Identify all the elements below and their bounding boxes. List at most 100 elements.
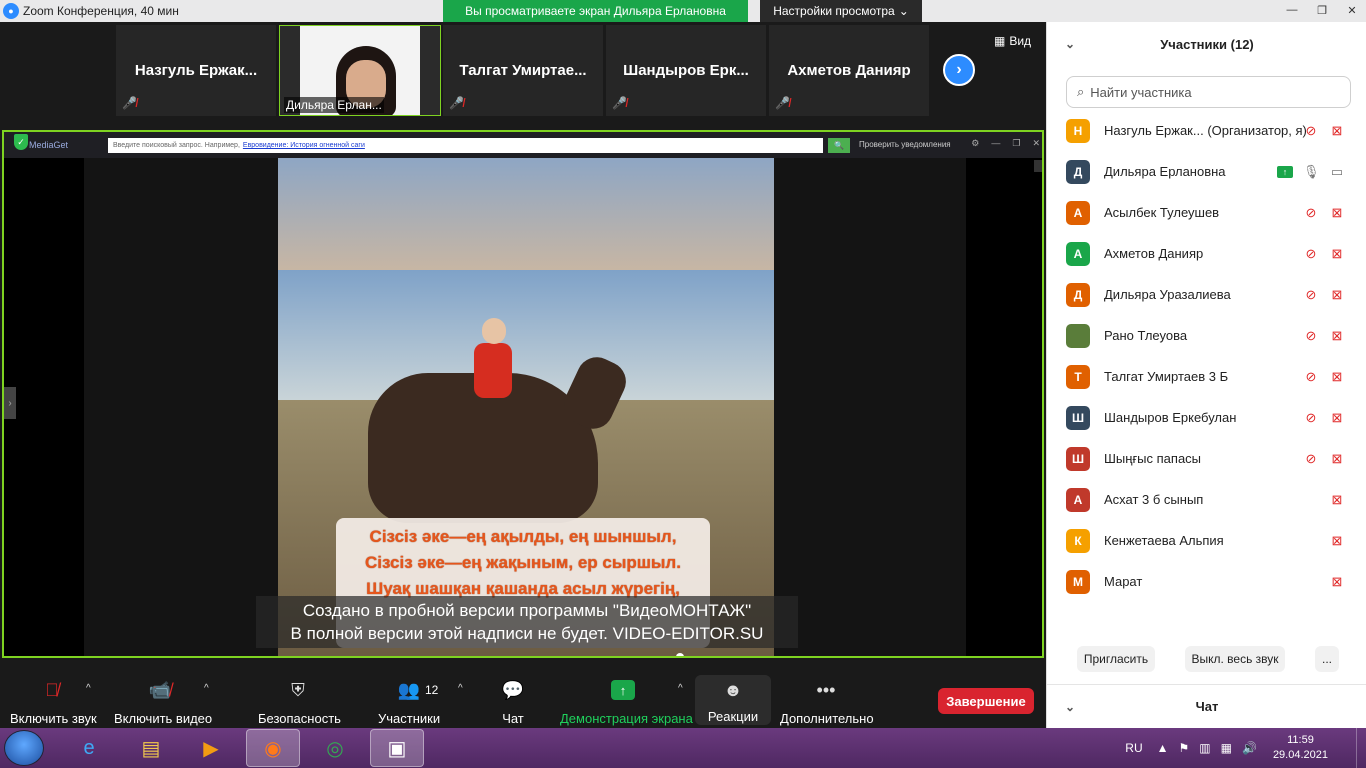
- close-icon[interactable]: ✕: [1338, 0, 1366, 20]
- camera-icon[interactable]: ▭: [1329, 164, 1345, 180]
- participant-row[interactable]: Д Дильяра Ерлановна ↑ 🎙 ▭: [1047, 151, 1366, 192]
- chat-header[interactable]: ⌄ Чат: [1047, 684, 1366, 728]
- mic-icon[interactable]: 🎙: [1303, 164, 1320, 180]
- camera-off-icon[interactable]: ⊠: [1329, 574, 1345, 590]
- chat-button[interactable]: 💬 Чат: [496, 677, 530, 727]
- video-tile-active-speaker[interactable]: Дильяра Ерлан...: [279, 25, 441, 116]
- maximize-icon[interactable]: ❐: [1012, 138, 1020, 149]
- gear-icon[interactable]: ⚙: [971, 138, 979, 149]
- video-tile[interactable]: Талгат Умиртае... 🎤̸: [443, 25, 603, 116]
- camera-off-icon[interactable]: ⊠: [1329, 451, 1345, 467]
- internet-explorer-icon[interactable]: e: [62, 729, 116, 767]
- file-explorer-icon[interactable]: ▤: [124, 729, 178, 767]
- mic-muted-icon: 🎤̸: [449, 96, 464, 110]
- participant-row[interactable]: А Ахметов Данияр ⊘ ⊠: [1047, 233, 1366, 274]
- camera-off-icon[interactable]: ⊠: [1329, 246, 1345, 262]
- minimize-icon[interactable]: —: [991, 138, 1000, 149]
- reactions-button[interactable]: ☻ Реакции: [695, 675, 771, 725]
- device-icon[interactable]: ▥: [1199, 741, 1210, 755]
- reactions-label: Реакции: [707, 709, 759, 724]
- participant-row[interactable]: Д Дильяра Уразалиева ⊘ ⊠: [1047, 274, 1366, 315]
- next-page-button[interactable]: ›: [943, 54, 975, 86]
- participant-row[interactable]: К Кенжетаева Альпия ⊠: [1047, 520, 1366, 561]
- mic-muted-icon[interactable]: ⊘: [1303, 369, 1319, 385]
- view-settings-dropdown[interactable]: Настройки просмотра ⌄: [760, 0, 922, 22]
- clock[interactable]: 11:59 29.04.2021: [1273, 733, 1328, 763]
- video-tile[interactable]: Ахметов Данияр 🎤̸: [769, 25, 929, 116]
- camera-off-icon[interactable]: ⊠: [1329, 205, 1345, 221]
- end-meeting-button[interactable]: Завершение: [938, 688, 1034, 714]
- participant-row[interactable]: М Марат ⊠: [1047, 561, 1366, 602]
- participants-options-caret[interactable]: ^: [458, 683, 463, 694]
- camera-off-icon[interactable]: ⊠: [1329, 533, 1345, 549]
- chevron-down-icon[interactable]: ⌄: [1065, 37, 1075, 51]
- video-options-caret[interactable]: ^: [204, 683, 209, 694]
- camera-off-icon[interactable]: ⊠: [1329, 123, 1345, 139]
- participant-row[interactable]: Ш Шыңғыс папасы ⊘ ⊠: [1047, 438, 1366, 479]
- mic-muted-icon[interactable]: ⊘: [1303, 328, 1319, 344]
- audio-options-caret[interactable]: ^: [86, 683, 91, 694]
- mic-muted-icon[interactable]: ⊘: [1303, 246, 1319, 262]
- zoom-app-icon: ●: [3, 3, 19, 19]
- chevron-down-icon[interactable]: ⌄: [1065, 700, 1075, 714]
- mediaget-search-input[interactable]: Введите поисковый запрос. Например, Евро…: [108, 138, 823, 153]
- share-screen-button[interactable]: ↑ Демонстрация экрана: [560, 677, 693, 726]
- scrollbar[interactable]: [1034, 160, 1042, 172]
- security-button[interactable]: ⛨ Безопасность: [258, 677, 341, 727]
- camera-off-icon[interactable]: ⊠: [1329, 287, 1345, 303]
- flag-icon[interactable]: ⚑: [1179, 741, 1190, 755]
- show-desktop-button[interactable]: [1356, 728, 1366, 768]
- language-indicator[interactable]: RU: [1125, 741, 1142, 755]
- participants-title: Участники (12): [1160, 36, 1254, 52]
- start-video-button[interactable]: 📹̸ Включить видео: [114, 677, 212, 727]
- camera-off-icon[interactable]: ⊠: [1329, 328, 1345, 344]
- video-tile[interactable]: Шандыров Ерк... 🎤̸: [606, 25, 766, 116]
- notifications-link[interactable]: Проверить уведомления: [859, 140, 951, 149]
- maximize-icon[interactable]: ❐: [1308, 0, 1336, 20]
- camera-off-icon[interactable]: ⊠: [1329, 369, 1345, 385]
- chrome-icon[interactable]: ◎: [308, 729, 362, 767]
- unmute-button[interactable]: 🎙̸ Включить звук: [10, 677, 97, 727]
- more-options-button[interactable]: ...: [1315, 646, 1339, 672]
- mic-muted-icon[interactable]: ⊘: [1303, 287, 1319, 303]
- share-options-caret[interactable]: ^: [678, 683, 683, 694]
- progress-handle[interactable]: [676, 653, 685, 656]
- mic-muted-icon[interactable]: ⊘: [1303, 123, 1319, 139]
- chat-title: Чат: [1195, 699, 1219, 714]
- chevron-up-icon[interactable]: ▲: [1157, 741, 1169, 755]
- participant-search-input[interactable]: ⌕ Найти участника: [1066, 76, 1351, 108]
- view-button[interactable]: ▦ Вид: [994, 34, 1031, 48]
- grid-icon: ▦: [994, 34, 1006, 48]
- invite-button[interactable]: Пригласить: [1077, 646, 1155, 672]
- participant-row[interactable]: Ш Шандыров Еркебулан ⊘ ⊠: [1047, 397, 1366, 438]
- mic-muted-icon[interactable]: ⊘: [1303, 451, 1319, 467]
- avatar: Ш: [1066, 446, 1090, 471]
- mic-muted-icon[interactable]: ⊘: [1303, 410, 1319, 426]
- participant-row[interactable]: А Асхат 3 б сынып ⊠: [1047, 479, 1366, 520]
- mute-all-button[interactable]: Выкл. весь звук: [1185, 646, 1285, 672]
- participant-row[interactable]: Н Назгуль Ержак... (Организатор, я) ⊘ ⊠: [1047, 110, 1366, 151]
- zoom-taskbar-icon[interactable]: ▣: [370, 729, 424, 767]
- minimize-icon[interactable]: —: [1278, 0, 1306, 20]
- avatar: [1066, 323, 1090, 348]
- media-player-icon[interactable]: ▶: [184, 729, 238, 767]
- camera-off-icon[interactable]: ⊠: [1329, 492, 1345, 508]
- camera-off-icon[interactable]: ⊠: [1329, 410, 1345, 426]
- more-button[interactable]: ••• Дополнительно: [780, 677, 874, 727]
- search-icon[interactable]: 🔍: [828, 138, 850, 153]
- participant-row[interactable]: Т Талгат Умиртаев 3 Б ⊘ ⊠: [1047, 356, 1366, 397]
- mic-muted-icon[interactable]: ⊘: [1303, 205, 1319, 221]
- participant-name: Шандыров Еркебулан: [1104, 410, 1237, 425]
- participant-row[interactable]: А Асылбек Тулеушев ⊘ ⊠: [1047, 192, 1366, 233]
- windows-start-button[interactable]: [4, 730, 44, 766]
- video-tile[interactable]: Назгуль Ержак... 🎤̸: [116, 25, 276, 116]
- network-icon[interactable]: ▦: [1221, 741, 1232, 755]
- volume-icon[interactable]: 🔊: [1242, 741, 1257, 755]
- avatar: Д: [1066, 282, 1090, 307]
- firefox-icon[interactable]: ◉: [246, 729, 300, 767]
- playback-progress-bar[interactable]: [676, 653, 685, 656]
- sidebar-toggle-icon[interactable]: ›: [4, 387, 16, 419]
- participant-row[interactable]: Рано Тлеуова ⊘ ⊠: [1047, 315, 1366, 356]
- search-example-link[interactable]: Евровидение: История огненной саги: [243, 142, 365, 149]
- close-icon[interactable]: ✕: [1032, 138, 1040, 149]
